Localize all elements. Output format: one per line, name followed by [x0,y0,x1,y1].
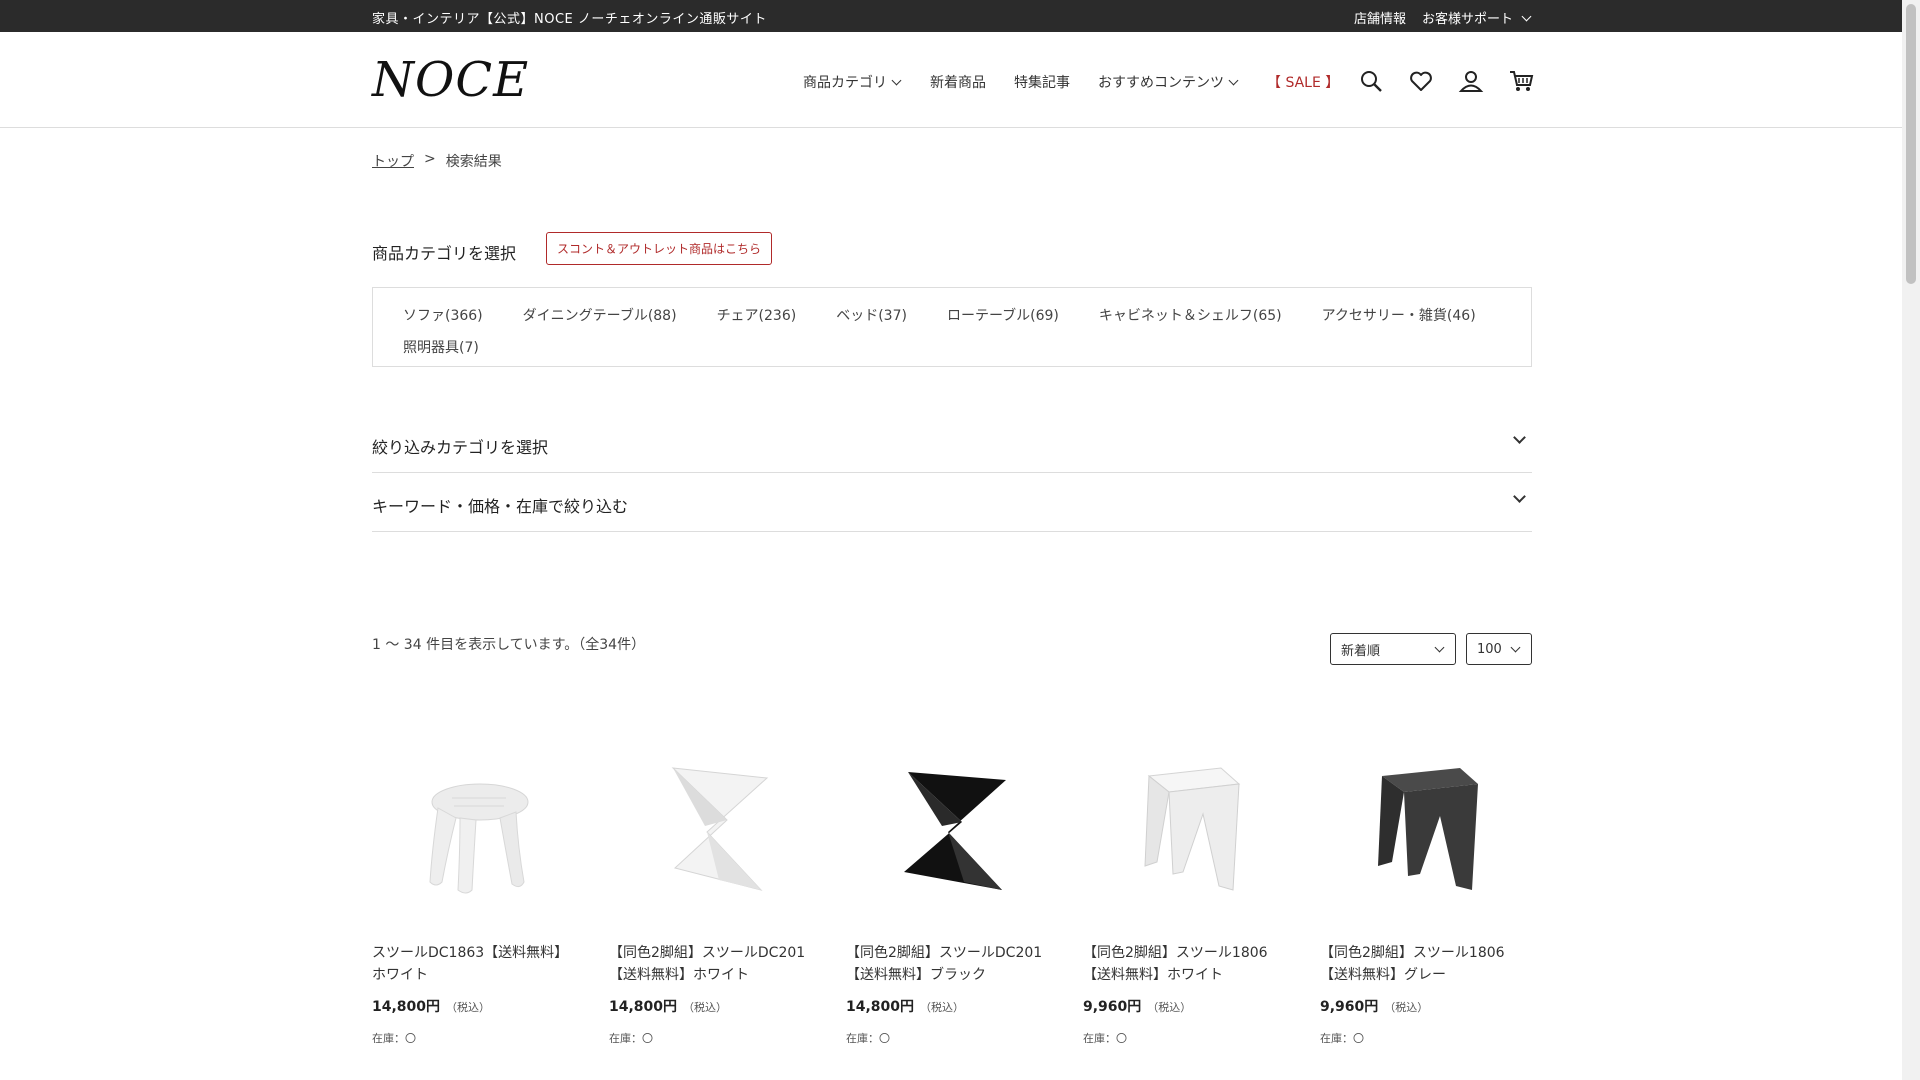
product-price: 14,800円 （税込） [846,996,1056,1016]
product-image[interactable] [372,740,582,910]
product-name[interactable]: スツールDC1863【送料無料】ホワイト [372,942,582,986]
cart-icon[interactable] [1508,68,1534,94]
chevron-down-icon [1510,642,1521,653]
scrollbar-thumb[interactable] [1906,4,1916,284]
tax-label: （税込） [446,1001,491,1014]
product-card[interactable]: 【同色2脚組】スツールDC201【送料無料】ホワイト 14,800円 （税込） 在… [609,740,819,1046]
keyword-price-label: キーワード・価格・在庫で絞り込む [372,497,629,516]
product-image[interactable] [1083,740,1293,910]
tax-label: （税込） [920,1001,965,1014]
breadcrumb-top-link[interactable]: トップ [372,151,414,171]
category-link[interactable]: チェア(236) [717,305,797,325]
price-value: 14,800円 [609,999,678,1015]
price-value: 9,960円 [1083,999,1142,1015]
scrollbar[interactable] [1902,0,1920,1080]
category-link[interactable]: ベッド(37) [836,305,907,325]
price-value: 14,800円 [846,999,915,1015]
top-links: 店舗情報 お客様サポート [1354,8,1532,27]
product-name[interactable]: 【同色2脚組】スツール1806【送料無料】ホワイト [1083,942,1293,986]
sort-select[interactable]: 新着順 [1330,633,1456,665]
nav-category[interactable]: 商品カテゴリ [803,72,902,92]
stock-status: 在庫：〇 [1083,1032,1127,1045]
category-select-title: 商品カテゴリを選択 [372,244,517,263]
logo[interactable]: NOCE [372,52,529,108]
breadcrumb-current: 検索結果 [445,154,502,170]
product-card[interactable]: 【同色2脚組】スツール1806【送料無料】ホワイト 9,960円 （税込） 在庫：… [1083,740,1293,1046]
per-page-select[interactable]: 100 [1466,633,1532,665]
chevron-down-icon [1228,75,1239,86]
refine-category-label: 絞り込みカテゴリを選択 [372,438,549,457]
product-card[interactable]: 【同色2脚組】スツール1806【送料無料】グレー 9,960円 （税込） 在庫：〇 [1320,740,1530,1046]
nav-recommend[interactable]: おすすめコンテンツ [1098,72,1239,92]
price-value: 9,960円 [1320,999,1379,1015]
category-link[interactable]: 照明器具(7) [403,337,479,357]
product-image[interactable] [609,740,819,910]
category-link[interactable]: ローテーブル(69) [947,305,1059,325]
product-name[interactable]: 【同色2脚組】スツールDC201【送料無料】ホワイト [609,942,819,986]
product-image[interactable] [846,740,1056,910]
tax-label: （税込） [1384,1001,1429,1014]
outlet-button[interactable]: スコント＆アウトレット商品はこちら [546,232,773,265]
top-bar: 家具・インテリア【公式】NOCE ノーチェオンライン通販サイト 店舗情報 お客様… [0,0,1902,32]
nav-feature[interactable]: 特集記事 [1014,72,1070,92]
store-info-label: 店舗情報 [1353,12,1406,27]
nav-new[interactable]: 新着商品 [930,72,986,92]
per-page-value: 100 [1477,641,1502,657]
category-link[interactable]: ダイニングテーブル(88) [523,305,677,325]
product-image[interactable] [1320,740,1530,910]
refine-category-accordion[interactable]: 絞り込みカテゴリを選択 [372,414,1532,473]
main-nav: 商品カテゴリ 新着商品 特集記事 おすすめコンテンツ 【 SALE 】 [803,72,1339,92]
chevron-down-icon [891,75,902,86]
product-grid: スツールDC1863【送料無料】ホワイト 14,800円 （税込） 在庫：〇 【同… [372,740,1532,1070]
stock-status: 在庫：〇 [609,1032,653,1045]
nav-sale[interactable]: 【 SALE 】 [1267,72,1339,92]
tax-label: （税込） [1147,1001,1192,1014]
product-name[interactable]: 【同色2脚組】スツールDC201【送料無料】ブラック [846,942,1056,986]
product-price: 9,960円 （税込） [1320,996,1530,1016]
breadcrumb: トップ > 検索結果 [372,151,502,171]
support-menu[interactable]: お客様サポート [1422,8,1532,27]
stock-status: 在庫：〇 [372,1032,416,1045]
category-list-box: ソファ(366) ダイニングテーブル(88) チェア(236) ベッド(37) … [372,287,1532,367]
chevron-down-icon [1513,490,1526,503]
support-label: お客様サポート [1421,12,1513,27]
user-icon[interactable] [1458,68,1484,94]
nav-category-label: 商品カテゴリ [803,75,887,91]
header-icons [1358,68,1534,94]
search-icon[interactable] [1358,68,1384,94]
result-count: 1 〜 34 件目を表示しています。（全34件） [372,637,646,653]
product-price: 9,960円 （税込） [1083,996,1293,1016]
store-info-link[interactable]: 店舗情報 [1354,8,1406,27]
chevron-down-icon [1521,11,1532,21]
nav-recommend-label: おすすめコンテンツ [1098,75,1224,91]
chevron-down-icon [1513,431,1526,444]
site-title: 家具・インテリア【公式】NOCE ノーチェオンライン通販サイト [372,12,767,27]
keyword-price-accordion[interactable]: キーワード・価格・在庫で絞り込む [372,473,1532,532]
heart-icon[interactable] [1408,68,1434,94]
product-card[interactable]: スツールDC1863【送料無料】ホワイト 14,800円 （税込） 在庫：〇 [372,740,582,1046]
stock-status: 在庫：〇 [846,1032,890,1045]
product-name[interactable]: 【同色2脚組】スツール1806【送料無料】グレー [1320,942,1530,986]
category-link[interactable]: ソファ(366) [403,305,483,325]
sort-value: 新着順 [1341,643,1381,659]
breadcrumb-separator: > [424,151,436,167]
chevron-down-icon [1434,642,1445,653]
site-header: NOCE 商品カテゴリ 新着商品 特集記事 おすすめコンテンツ 【 SALE 】 [0,32,1902,128]
category-link[interactable]: キャビネット＆シェルフ(65) [1099,305,1282,325]
price-value: 14,800円 [372,999,441,1015]
product-card[interactable]: 【同色2脚組】スツールDC201【送料無料】ブラック 14,800円 （税込） 在… [846,740,1056,1046]
stock-status: 在庫：〇 [1320,1032,1364,1045]
product-price: 14,800円 （税込） [372,996,582,1016]
product-price: 14,800円 （税込） [609,996,819,1016]
tax-label: （税込） [683,1001,728,1014]
category-link[interactable]: アクセサリー・雑貨(46) [1322,305,1476,325]
category-list: ソファ(366) ダイニングテーブル(88) チェア(236) ベッド(37) … [403,305,1483,357]
